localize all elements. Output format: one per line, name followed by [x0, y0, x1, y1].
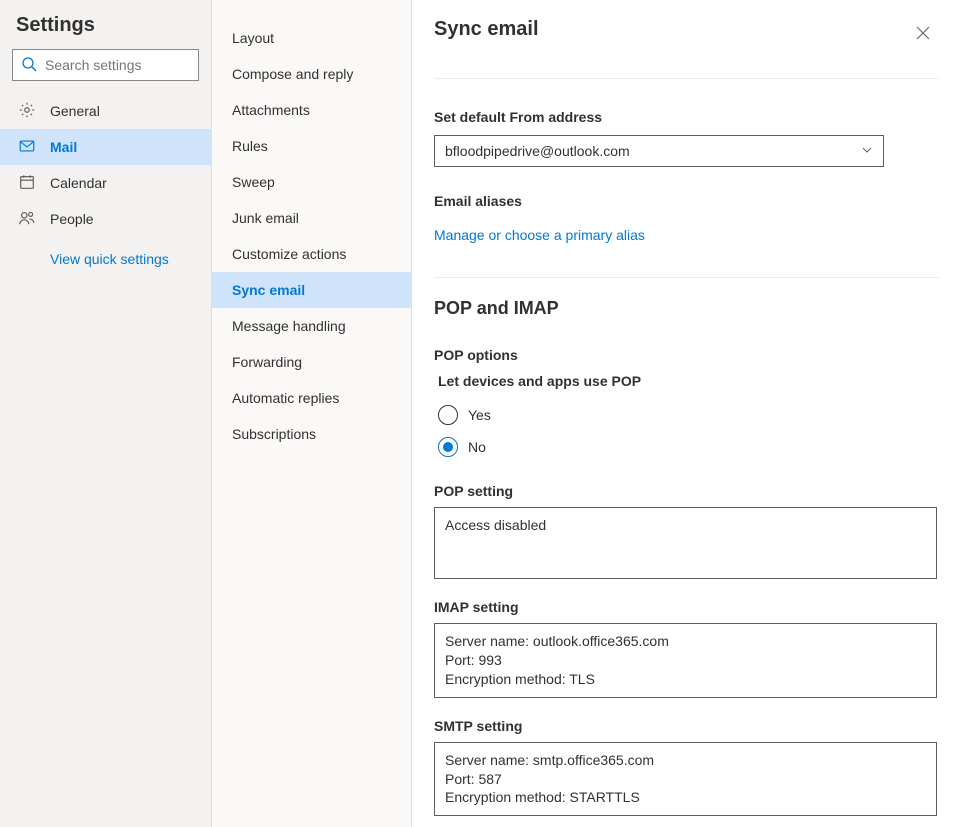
- imap-server-line: Server name: outlook.office365.com: [445, 632, 926, 651]
- imap-enc-line: Encryption method: TLS: [445, 670, 926, 689]
- subnav-compose[interactable]: Compose and reply: [212, 56, 411, 92]
- content-pane: Sync email Set default From address bflo…: [412, 0, 965, 827]
- from-address-label: Set default From address: [434, 109, 939, 125]
- subnav-messagehandling-label: Message handling: [232, 318, 346, 334]
- subnav-subscriptions-label: Subscriptions: [232, 426, 316, 442]
- mail-subnav: Layout Compose and reply Attachments Rul…: [212, 0, 412, 827]
- search-input[interactable]: [45, 57, 226, 73]
- settings-sidebar: Settings General Ma: [0, 0, 212, 827]
- nav-calendar[interactable]: Calendar: [0, 165, 211, 201]
- subnav-attachments[interactable]: Attachments: [212, 92, 411, 128]
- subnav-layout-label: Layout: [232, 30, 274, 46]
- top-separator: [434, 78, 939, 79]
- search-wrap: [0, 49, 211, 93]
- smtp-setting-label: SMTP setting: [434, 718, 939, 734]
- subnav-autoreplies[interactable]: Automatic replies: [212, 380, 411, 416]
- settings-title: Settings: [0, 14, 211, 49]
- nav-general[interactable]: General: [0, 93, 211, 129]
- subnav-sweep-label: Sweep: [232, 174, 275, 190]
- nav-general-label: General: [50, 103, 100, 119]
- pop-setting-value: Access disabled: [445, 516, 926, 535]
- subnav-junk[interactable]: Junk email: [212, 200, 411, 236]
- subnav-attachments-label: Attachments: [232, 102, 310, 118]
- pop-options-label: POP options: [434, 347, 939, 363]
- subnav-sync[interactable]: Sync email: [212, 272, 411, 308]
- pop-radio-yes[interactable]: Yes: [438, 399, 939, 431]
- smtp-server-line: Server name: smtp.office365.com: [445, 751, 926, 770]
- view-quick-settings-link[interactable]: View quick settings: [0, 237, 211, 267]
- subnav-forwarding[interactable]: Forwarding: [212, 344, 411, 380]
- subnav-rules[interactable]: Rules: [212, 128, 411, 164]
- imap-setting-label: IMAP setting: [434, 599, 939, 615]
- search-icon: [21, 56, 45, 75]
- content-title: Sync email: [434, 18, 539, 41]
- nav-calendar-label: Calendar: [50, 175, 107, 191]
- pop-radio-no-label: No: [468, 439, 486, 455]
- people-icon: [18, 209, 36, 230]
- section-divider: [434, 277, 939, 278]
- subnav-layout[interactable]: Layout: [212, 20, 411, 56]
- subnav-junk-label: Junk email: [232, 210, 299, 226]
- pop-question-label: Let devices and apps use POP: [438, 373, 939, 389]
- nav-people[interactable]: People: [0, 201, 211, 237]
- pop-setting-label: POP setting: [434, 483, 939, 499]
- imap-port-line: Port: 993: [445, 651, 926, 670]
- subnav-autoreplies-label: Automatic replies: [232, 390, 339, 406]
- radio-icon: [438, 437, 458, 457]
- chevron-down-icon: [861, 143, 873, 159]
- pop-radio-group: Yes No: [438, 399, 939, 463]
- from-address-select[interactable]: bfloodpipedrive@outlook.com: [434, 135, 884, 167]
- search-box[interactable]: [12, 49, 199, 81]
- mail-icon: [18, 137, 36, 158]
- subnav-compose-label: Compose and reply: [232, 66, 353, 82]
- pop-radio-yes-label: Yes: [468, 407, 491, 423]
- close-button[interactable]: [907, 18, 939, 50]
- close-icon: [916, 26, 930, 43]
- manage-aliases-link[interactable]: Manage or choose a primary alias: [434, 227, 645, 243]
- subnav-customize[interactable]: Customize actions: [212, 236, 411, 272]
- calendar-icon: [18, 173, 36, 194]
- smtp-port-line: Port: 587: [445, 770, 926, 789]
- subnav-forwarding-label: Forwarding: [232, 354, 302, 370]
- smtp-enc-line: Encryption method: STARTTLS: [445, 788, 926, 807]
- subnav-sweep[interactable]: Sweep: [212, 164, 411, 200]
- nav-people-label: People: [50, 211, 94, 227]
- subnav-subscriptions[interactable]: Subscriptions: [212, 416, 411, 452]
- subnav-rules-label: Rules: [232, 138, 268, 154]
- imap-setting-box: Server name: outlook.office365.com Port:…: [434, 623, 937, 698]
- subnav-customize-label: Customize actions: [232, 246, 346, 262]
- aliases-label: Email aliases: [434, 193, 939, 209]
- nav-mail[interactable]: Mail: [0, 129, 211, 165]
- subnav-messagehandling[interactable]: Message handling: [212, 308, 411, 344]
- content-header: Sync email: [434, 18, 939, 50]
- gear-icon: [18, 101, 36, 122]
- pop-imap-title: POP and IMAP: [434, 298, 939, 319]
- radio-icon: [438, 405, 458, 425]
- smtp-setting-box: Server name: smtp.office365.com Port: 58…: [434, 742, 937, 817]
- pop-radio-no[interactable]: No: [438, 431, 939, 463]
- from-address-value: bfloodpipedrive@outlook.com: [445, 143, 630, 159]
- pop-setting-box: Access disabled: [434, 507, 937, 579]
- nav-mail-label: Mail: [50, 139, 77, 155]
- subnav-sync-label: Sync email: [232, 282, 305, 298]
